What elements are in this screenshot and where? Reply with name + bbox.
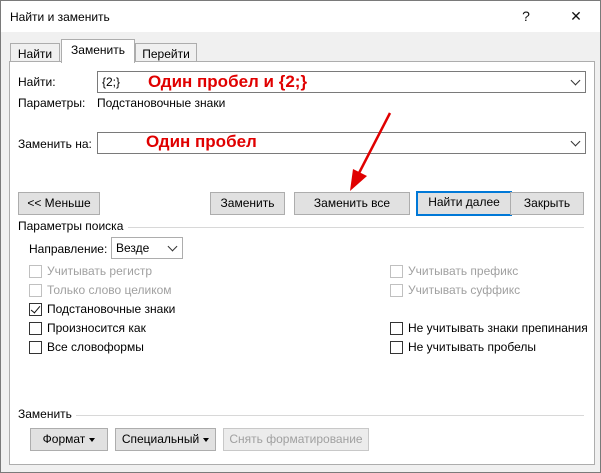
- direction-label: Направление:: [29, 242, 108, 256]
- sounds-like-checkbox[interactable]: [29, 322, 42, 335]
- all-word-forms-label: Все словоформы: [47, 340, 144, 354]
- special-button[interactable]: Специальный: [115, 428, 216, 451]
- format-button-label: Формат: [42, 432, 86, 446]
- search-options-heading: Параметры поиска: [18, 219, 124, 233]
- tab-find-label: Найти: [17, 47, 53, 61]
- ignore-punctuation-label: Не учитывать знаки препинания: [408, 321, 588, 335]
- dialog-title: Найти и заменить: [10, 10, 110, 24]
- sounds-like-label: Произносится как: [47, 321, 146, 335]
- chevron-down-icon: [570, 75, 581, 86]
- wildcards-label: Подстановочные знаки: [47, 302, 176, 316]
- clear-formatting-button[interactable]: Снять форматирование: [223, 428, 369, 451]
- match-case-label: Учитывать регистр: [47, 264, 153, 278]
- caret-down-icon: [203, 437, 210, 442]
- replace-annotation: Один пробел: [146, 132, 257, 151]
- close-button[interactable]: Закрыть: [510, 192, 584, 215]
- match-case-checkbox[interactable]: [29, 265, 42, 278]
- direction-dropdown-button[interactable]: [165, 238, 182, 258]
- replace-label: Заменить на:: [18, 137, 92, 151]
- find-label: Найти:: [18, 75, 56, 89]
- whole-word-checkbox[interactable]: [29, 284, 42, 297]
- caret-down-icon: [89, 437, 96, 442]
- format-button[interactable]: Формат: [30, 428, 108, 451]
- replace-button[interactable]: Заменить: [210, 192, 285, 215]
- replace-dropdown-button[interactable]: [568, 133, 585, 153]
- match-suffix-label: Учитывать суффикс: [408, 283, 521, 297]
- find-replace-dialog: Найти и заменить ? ✕ Найти Заменить Пере…: [0, 0, 601, 473]
- ignore-whitespace-checkbox[interactable]: [390, 341, 403, 354]
- ignore-punctuation-checkbox[interactable]: [390, 322, 403, 335]
- options-label: Параметры:: [18, 96, 86, 110]
- match-prefix-label: Учитывать префикс: [408, 264, 519, 278]
- close-window-button[interactable]: ✕: [562, 5, 590, 27]
- direction-select[interactable]: Везде: [111, 237, 183, 259]
- chevron-down-icon: [167, 241, 178, 252]
- title-bar[interactable]: Найти и заменить ? ✕: [1, 1, 600, 32]
- special-button-label: Специальный: [121, 432, 200, 446]
- chevron-down-icon: [570, 136, 581, 147]
- help-button[interactable]: ?: [512, 5, 540, 27]
- all-word-forms-checkbox[interactable]: [29, 341, 42, 354]
- wildcards-checkbox[interactable]: [29, 303, 42, 316]
- options-value: Подстановочные знаки: [97, 96, 226, 110]
- whole-word-label: Только слово целиком: [47, 283, 172, 297]
- ignore-whitespace-label: Не учитывать пробелы: [408, 340, 536, 354]
- find-input-value[interactable]: {2;}: [102, 75, 120, 89]
- replace-all-button[interactable]: Заменить все: [294, 192, 410, 215]
- find-annotation: Один пробел и {2;}: [148, 72, 308, 91]
- tab-replace[interactable]: Заменить: [61, 39, 135, 63]
- find-next-button[interactable]: Найти далее: [416, 191, 512, 216]
- replace-section-heading: Заменить: [18, 407, 72, 421]
- find-dropdown-button[interactable]: [568, 72, 585, 92]
- replace-panel: Найти: {2;} Один пробел и {2;} Параметры…: [9, 61, 595, 465]
- tab-goto-label: Перейти: [142, 47, 190, 61]
- divider: [128, 227, 584, 228]
- direction-value: Везде: [116, 241, 150, 255]
- match-prefix-checkbox[interactable]: [390, 265, 403, 278]
- less-button[interactable]: << Меньше: [18, 192, 100, 215]
- red-arrow-icon: [350, 112, 392, 191]
- match-suffix-checkbox[interactable]: [390, 284, 403, 297]
- checkmark-icon: [30, 303, 41, 314]
- divider: [76, 415, 584, 416]
- tab-replace-label: Заменить: [71, 43, 125, 57]
